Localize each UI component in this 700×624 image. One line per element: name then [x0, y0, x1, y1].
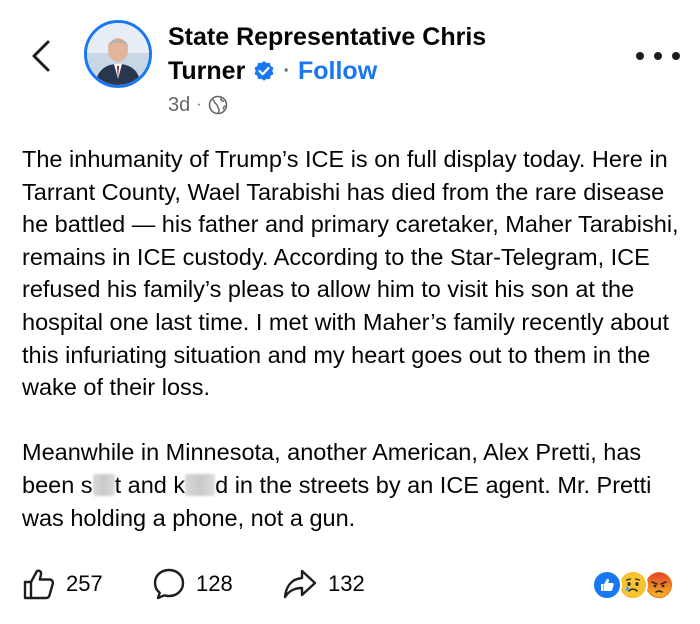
angry-reaction-icon: [644, 570, 674, 600]
author-name-line1[interactable]: State Representative Chris: [168, 20, 588, 54]
post-actions: 257 128 132: [18, 562, 682, 606]
back-button[interactable]: [26, 36, 56, 76]
more-options-button[interactable]: [636, 46, 680, 66]
meta-dot: ·: [196, 96, 202, 113]
author-block: State Representative Chris Turner · Foll…: [168, 20, 588, 118]
globe-icon: [208, 95, 228, 115]
more-dot-icon: [654, 52, 662, 60]
verified-badge-icon: [253, 60, 275, 82]
post-time[interactable]: 3d: [168, 94, 190, 117]
paragraph-2-part-b: t and k: [114, 471, 186, 498]
post-paragraph-2: Meanwhile in Minnesota, another American…: [22, 436, 690, 534]
more-dot-icon: [636, 52, 644, 60]
comment-count: 128: [196, 571, 233, 596]
reactions-summary[interactable]: [592, 570, 678, 600]
separator-dot: ·: [283, 60, 290, 82]
like-count: 257: [66, 571, 103, 596]
post-header: State Representative Chris Turner · Foll…: [0, 0, 700, 130]
thumbs-up-icon: [23, 569, 55, 600]
sad-reaction-icon: [618, 570, 648, 600]
author-name-line2[interactable]: Turner: [168, 54, 245, 88]
censor-blur: [92, 473, 115, 496]
post-text: The inhumanity of Trump’s ICE is on full…: [22, 143, 690, 534]
like-button[interactable]: 257: [22, 562, 103, 606]
like-reaction-icon: [592, 570, 622, 600]
comment-icon: [153, 568, 185, 600]
post-meta: 3d ·: [168, 92, 588, 118]
share-button[interactable]: 132: [282, 562, 365, 606]
post-paragraph-1: The inhumanity of Trump’s ICE is on full…: [22, 146, 679, 401]
chevron-left-icon: [32, 40, 50, 72]
profile-photo: [87, 23, 149, 85]
share-icon: [283, 569, 317, 599]
more-dot-icon: [672, 52, 680, 60]
avatar[interactable]: [84, 20, 152, 88]
follow-button[interactable]: Follow: [298, 54, 377, 88]
comment-button[interactable]: 128: [152, 562, 233, 606]
censor-blur: [185, 473, 216, 496]
share-count: 132: [328, 571, 365, 596]
